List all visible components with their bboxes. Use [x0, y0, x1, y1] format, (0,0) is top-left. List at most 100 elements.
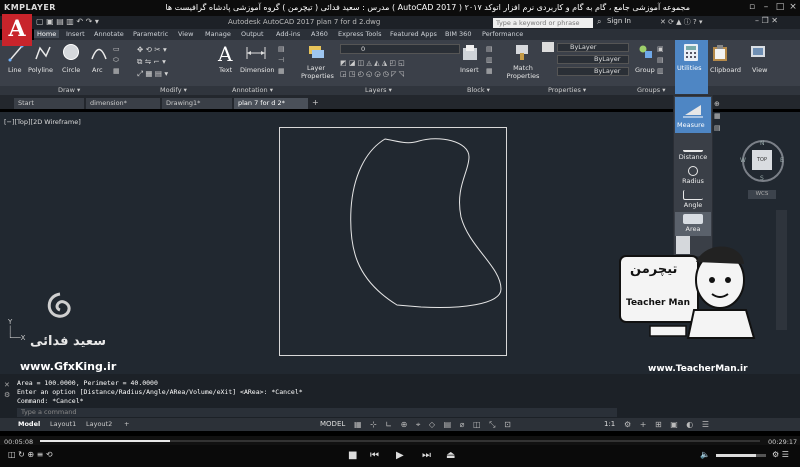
insert-button[interactable]: Insert	[460, 66, 479, 74]
compass-e[interactable]: E	[780, 157, 784, 164]
quick-access-toolbar[interactable]: ▢ ▣ ▤ ▥ ↶ ↷ ▾	[36, 17, 99, 26]
dimension-button[interactable]: Dimension	[240, 66, 275, 74]
command-input[interactable]: Type a command	[17, 408, 617, 417]
player-settings-icons[interactable]: ⚙ ☰	[772, 450, 789, 459]
new-tab-icon[interactable]: +	[312, 98, 319, 107]
maximize-icon[interactable]: □	[774, 2, 786, 13]
lineweight-dropdown[interactable]: ByLayer	[557, 55, 629, 64]
tab-annotate[interactable]: Annotate	[94, 30, 124, 38]
viewcube-top[interactable]: TOP	[752, 150, 772, 170]
navigation-bar[interactable]	[776, 210, 787, 330]
measure-area[interactable]: Area	[675, 212, 711, 236]
tab-express-tools[interactable]: Express Tools	[338, 30, 381, 38]
file-tab-dimension[interactable]: dimension*	[86, 98, 160, 109]
properties-panel-label[interactable]: Properties ▾	[548, 86, 586, 94]
circle-icon[interactable]	[62, 43, 80, 61]
tab-add-ins[interactable]: Add-ins	[276, 30, 300, 38]
text-button[interactable]: Text	[219, 66, 232, 74]
utilities-small-tools[interactable]: ⊕ ▦ ▤	[714, 98, 721, 134]
modify-tools[interactable]: ✥ ⟲ ✂ ▾ ⧉ ⇋ ⌐ ▾ ⤢ ▦ ▤ ▾	[137, 44, 207, 84]
block-panel-label[interactable]: Block ▾	[467, 86, 490, 94]
text-icon[interactable]: A	[218, 42, 232, 66]
tab-a360[interactable]: A360	[311, 30, 328, 38]
model-space-toggle[interactable]: MODEL	[320, 420, 345, 428]
modify-panel-label[interactable]: Modify ▾	[160, 86, 187, 94]
tab-parametric[interactable]: Parametric	[133, 30, 168, 38]
window-controls[interactable]: – ❐ ✕	[755, 16, 778, 25]
tab-output[interactable]: Output	[241, 30, 264, 38]
draw-small-tools[interactable]: ▭ ⬭ ▦	[113, 44, 120, 77]
previous-button[interactable]: ⏮	[370, 450, 379, 461]
view-icon[interactable]	[750, 44, 766, 60]
add-layout-button[interactable]: +	[120, 420, 133, 428]
polyline-button[interactable]: Polyline	[28, 66, 53, 74]
annotation-small-tools[interactable]: ▤ ⊣ ▦	[278, 44, 285, 77]
file-tab-start[interactable]: Start	[14, 98, 84, 109]
draw-panel-label[interactable]: Draw ▾	[58, 86, 80, 94]
next-button[interactable]: ⏭	[422, 450, 431, 461]
tab-insert[interactable]: Insert	[66, 30, 85, 38]
tab-performance[interactable]: Performance	[482, 30, 523, 38]
match-properties-button[interactable]: Match Properties	[506, 64, 540, 80]
layout-tab-model[interactable]: Model	[14, 420, 44, 428]
tab-manage[interactable]: Manage	[205, 30, 231, 38]
stop-button[interactable]: ■	[348, 450, 357, 461]
tab-view[interactable]: View	[178, 30, 193, 38]
pin-icon[interactable]: ▫	[746, 2, 758, 13]
layers-panel-label[interactable]: Layers ▾	[365, 86, 392, 94]
player-menu-icons[interactable]: ◫ ↻ ⊕ ≡ ⟲	[8, 450, 53, 459]
viewport-controls[interactable]: [−][Top][2D Wireframe]	[4, 118, 81, 126]
polyline-icon[interactable]	[34, 44, 52, 62]
annotation-scale[interactable]: 1:1	[604, 420, 615, 428]
insert-icon[interactable]	[461, 44, 479, 62]
clipboard-button[interactable]: Clipboard	[710, 66, 741, 74]
play-button[interactable]: ▶	[396, 450, 404, 461]
arc-button[interactable]: Arc	[92, 66, 103, 74]
search-input[interactable]: Type a keyword or phrase	[493, 18, 593, 28]
player-logo[interactable]: KMPLAYER	[4, 3, 56, 12]
color-dropdown[interactable]: ByLayer	[557, 43, 629, 52]
search-icon[interactable]: ⌕	[597, 17, 601, 27]
measure-distance[interactable]: Distance	[675, 140, 711, 164]
arc-icon[interactable]	[90, 44, 108, 62]
help-icons[interactable]: ✕ ⟳ ▲ ⓘ ? ▾	[660, 17, 702, 27]
group-icon[interactable]	[638, 44, 654, 60]
match-properties-icon[interactable]	[513, 43, 531, 61]
application-menu-button[interactable]: A	[2, 14, 32, 46]
line-icon[interactable]	[8, 44, 24, 62]
wcs-menu[interactable]: WCS	[748, 190, 776, 199]
layer-properties-button[interactable]: Layer Properties	[301, 64, 334, 80]
group-button[interactable]: Group	[635, 66, 655, 74]
compass-s[interactable]: S	[760, 175, 764, 182]
layout-tab-layout2[interactable]: Layout2	[82, 420, 116, 428]
layout-tab-layout1[interactable]: Layout1	[46, 420, 80, 428]
measure-radius[interactable]: Radius	[675, 164, 711, 188]
layer-tools[interactable]: ◩ ◪ ◫ ◬ ◭ ◮ ◰ ◱ ◲ ◳ ◴ ◵ ◶ ◷ ◸ ◹	[340, 58, 405, 80]
annotation-panel-label[interactable]: Annotation ▾	[232, 86, 273, 94]
dimension-icon[interactable]	[246, 46, 266, 60]
compass-w[interactable]: W	[740, 157, 746, 164]
clipboard-icon[interactable]	[712, 44, 728, 62]
command-window-controls[interactable]: ✕ ⚙	[4, 380, 10, 400]
group-small-tools[interactable]: ▣ ▤ ▥	[657, 44, 664, 77]
layer-dropdown[interactable]: 0	[340, 44, 460, 54]
block-small-tools[interactable]: ▤ ▥ ▦	[486, 44, 493, 77]
sign-in-button[interactable]: Sign In	[607, 17, 631, 25]
close-icon[interactable]: ×	[787, 2, 799, 13]
color-swatch-icon[interactable]	[542, 42, 554, 52]
linetype-dropdown[interactable]: ByLayer	[557, 67, 629, 76]
tab-bim-360[interactable]: BIM 360	[445, 30, 471, 38]
tab-home[interactable]: Home	[34, 30, 60, 38]
minimize-icon[interactable]: –	[760, 2, 772, 13]
tab-featured-apps[interactable]: Featured Apps	[390, 30, 437, 38]
layer-properties-icon[interactable]	[307, 44, 325, 60]
volume-icon[interactable]: 🔈	[700, 450, 710, 459]
measure-angle[interactable]: Angle	[675, 188, 711, 212]
file-tab-drawing1[interactable]: Drawing1*	[162, 98, 232, 109]
eject-button[interactable]: ⏏	[446, 450, 455, 461]
compass-n[interactable]: N	[760, 140, 765, 147]
file-tab-plan-7[interactable]: plan 7 for d 2*	[234, 98, 308, 109]
line-button[interactable]: Line	[8, 66, 22, 74]
status-tools[interactable]: ⚙ + ⊞ ▣ ◐ ☰	[624, 420, 712, 429]
drafting-toggles[interactable]: ▦ ⊹ ∟ ⊕ ⌖ ◇ ▤ ⌀ ◫ ⤡ ⊡	[354, 420, 514, 430]
